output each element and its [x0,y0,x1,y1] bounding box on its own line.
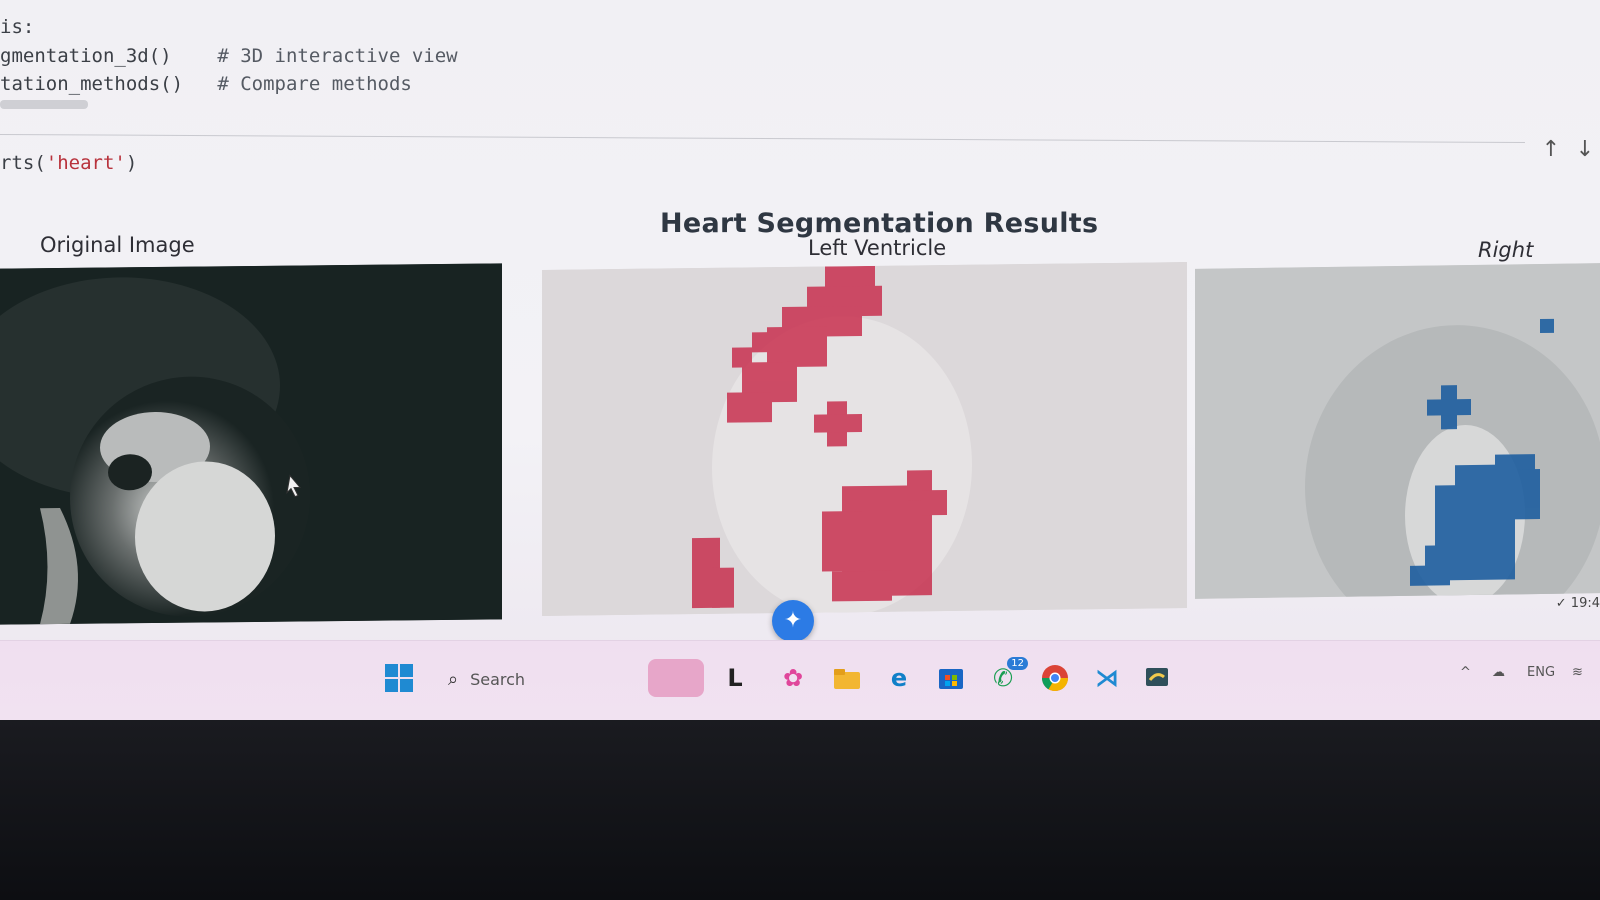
python-app-icon[interactable] [1138,659,1176,697]
vscode-icon[interactable]: ⋊ [1088,659,1126,697]
left-ventricle-panel [542,262,1187,616]
taskbar-search-box[interactable]: ⌕ Search [440,663,615,695]
right-ventricle-panel [1195,263,1600,599]
code-call-suffix: ) [125,152,138,174]
arrow-down-icon[interactable]: ↓ [1570,136,1600,164]
code-cell-call[interactable]: rts('heart') [0,152,137,174]
code-line-3-code: tation_methods() [0,73,184,95]
right-ventricle-overlay [1195,263,1600,599]
check-icon: ✓ [1555,596,1571,611]
output-scrollbar[interactable] [0,100,88,109]
original-mri-image [0,263,502,625]
cell-divider [0,134,1525,143]
desk-background [0,720,1600,900]
code-line-3-comment: # Compare methods [217,73,412,95]
panel-title-original: Original Image [40,233,195,257]
edge-icon[interactable]: e [880,659,918,697]
panel-title-left-ventricle: Left Ventricle [808,236,947,260]
wifi-icon[interactable]: ≋ [1572,665,1583,680]
code-call-string: 'heart' [45,152,126,174]
original-image-panel [0,263,502,625]
code-call-prefix: rts( [0,152,46,174]
copilot-sparkle-button[interactable]: ✦ [772,600,814,642]
copilot-icon[interactable]: ✿ [774,659,812,697]
code-line-3: tation_methods() # Compare methods [0,73,412,95]
taskbar: ⌕ Search L ✿ e ✆ 12 ⋊ ^ ☁ ENG ≋ [0,640,1600,720]
figure-title: Heart Segmentation Results [660,208,1099,239]
code-line-2: gmentation_3d() # 3D interactive view [0,45,458,67]
code-line-2-code: gmentation_3d() [0,45,172,67]
chrome-icon[interactable] [1036,659,1074,697]
search-icon: ⌕ [448,668,459,690]
code-line-2-comment: # 3D interactive view [217,45,458,67]
store-icon[interactable] [932,659,970,697]
tray-cloud-icon[interactable]: ☁ [1492,665,1505,680]
left-ventricle-overlay [542,262,1187,616]
file-explorer-icon[interactable] [828,659,866,697]
file-app-icon[interactable]: L [716,659,754,697]
tray-language[interactable]: ENG [1527,665,1555,680]
code-line-1: is: [0,16,35,38]
screen: is: gmentation_3d() # 3D interactive vie… [0,0,1600,720]
taskbar-search-placeholder: Search [470,669,526,689]
windows-start-icon[interactable] [380,659,418,697]
widgets-icon[interactable] [648,659,704,697]
cell-status: ✓ 19:4 [1556,596,1600,611]
cell-status-time: 19:4 [1570,596,1600,611]
tray-chevron-icon[interactable]: ^ [1460,665,1471,680]
arrow-up-icon[interactable]: ↑ [1536,136,1566,164]
whatsapp-icon[interactable]: ✆ 12 [984,657,1028,697]
whatsapp-badge: 12 [1007,657,1028,670]
